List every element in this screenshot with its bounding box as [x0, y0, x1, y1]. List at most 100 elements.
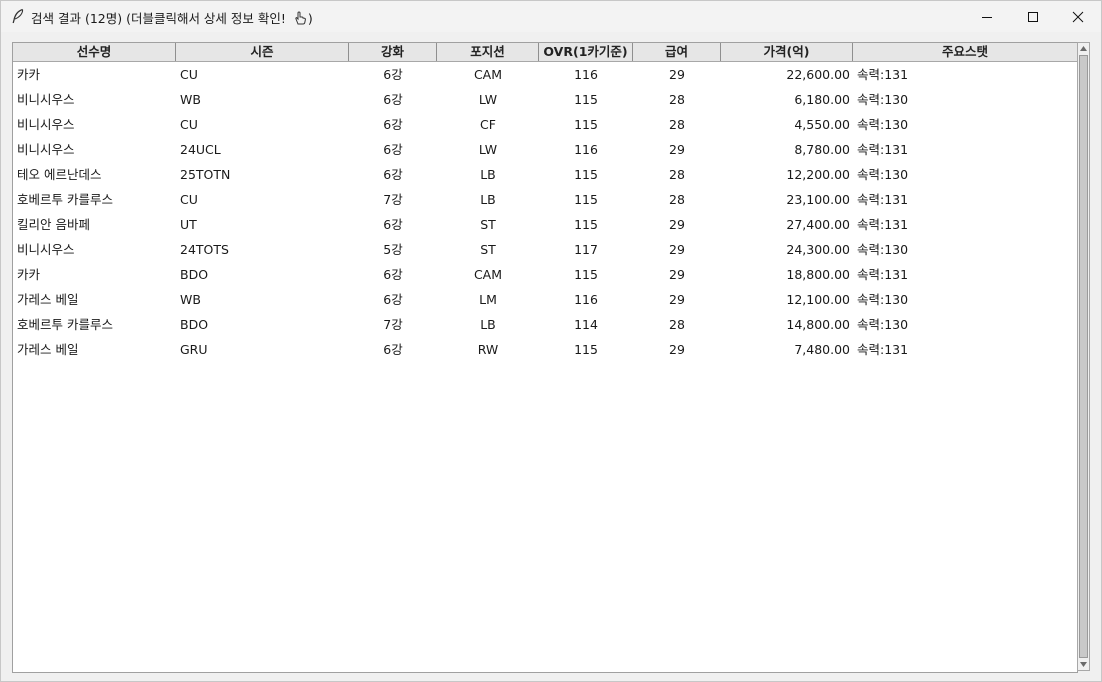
table-row[interactable]: 호베르투 카를루스 BDO 7강 LB 114 28 14,800.00 속력:… — [13, 312, 1077, 337]
cell-salary: 28 — [669, 192, 685, 207]
cell-season: UT — [180, 217, 197, 232]
cell-price: 24,300.00 — [786, 242, 850, 257]
cell-price: 18,800.00 — [786, 267, 850, 282]
cell-grade: 7강 — [383, 192, 403, 207]
table-row[interactable]: 비니시우스 24UCL 6강 LW 116 29 8,780.00 속력:131 — [13, 137, 1077, 162]
pointing-hand-icon — [295, 11, 306, 25]
table-row[interactable]: 가레스 베일 WB 6강 LM 116 29 12,100.00 속력:130 — [13, 287, 1077, 312]
table-row[interactable]: 카카 CU 6강 CAM 116 29 22,600.00 속력:131 — [13, 62, 1077, 87]
cell-grade: 5강 — [383, 242, 403, 257]
cell-position: LB — [480, 317, 496, 332]
cell-grade: 6강 — [383, 217, 403, 232]
cell-ovr: 115 — [574, 192, 598, 207]
column-header-ovr[interactable]: OVR(1카기준) — [539, 43, 633, 61]
scroll-down-arrow-icon — [1080, 662, 1087, 667]
cell-salary: 29 — [669, 217, 685, 232]
scroll-up-arrow-icon — [1080, 46, 1087, 51]
close-button[interactable] — [1055, 1, 1101, 32]
cell-stat: 속력:131 — [857, 267, 909, 282]
cell-name: 가레스 베일 — [17, 342, 79, 357]
cell-name: 카카 — [17, 67, 41, 82]
cell-grade: 6강 — [383, 167, 403, 182]
column-header-salary[interactable]: 급여 — [633, 43, 721, 61]
cell-price: 4,550.00 — [794, 117, 850, 132]
cell-ovr: 116 — [574, 292, 598, 307]
table-row[interactable]: 카카 BDO 6강 CAM 115 29 18,800.00 속력:131 — [13, 262, 1077, 287]
cell-ovr: 116 — [574, 67, 598, 82]
column-header-position[interactable]: 포지션 — [437, 43, 539, 61]
column-header-stat[interactable]: 주요스탯 — [853, 43, 1077, 61]
cell-stat: 속력:130 — [857, 92, 909, 107]
scroll-down-button[interactable] — [1078, 659, 1089, 670]
cell-price: 6,180.00 — [794, 92, 850, 107]
cell-name: 호베르투 카를루스 — [17, 317, 113, 332]
cell-name: 테오 에르난데스 — [17, 167, 102, 182]
result-window: 검색 결과 (12명) (더블클릭해서 상세 정보 확인! ) 선수명 시즌 강… — [0, 0, 1102, 682]
cell-price: 23,100.00 — [786, 192, 850, 207]
cell-ovr: 115 — [574, 92, 598, 107]
cell-stat: 속력:131 — [857, 217, 909, 232]
cell-name: 비니시우스 — [17, 117, 75, 132]
results-table[interactable]: 선수명 시즌 강화 포지션 OVR(1카기준) 급여 가격(억) 주요스탯 카카… — [12, 42, 1078, 673]
table-header: 선수명 시즌 강화 포지션 OVR(1카기준) 급여 가격(억) 주요스탯 — [13, 43, 1077, 62]
column-header-name[interactable]: 선수명 — [13, 43, 176, 61]
cell-ovr: 115 — [574, 217, 598, 232]
cell-position: LW — [478, 142, 498, 157]
cell-price: 12,100.00 — [786, 292, 850, 307]
cell-grade: 7강 — [383, 317, 403, 332]
cell-name: 킬리안 음바페 — [17, 217, 90, 232]
column-header-season[interactable]: 시즌 — [176, 43, 349, 61]
cell-salary: 29 — [669, 267, 685, 282]
cell-position: LB — [480, 192, 496, 207]
minimize-button[interactable] — [964, 1, 1010, 32]
column-header-price[interactable]: 가격(억) — [721, 43, 853, 61]
title-bar[interactable]: 검색 결과 (12명) (더블클릭해서 상세 정보 확인! ) — [1, 1, 1101, 32]
window-title: 검색 결과 (12명) (더블클릭해서 상세 정보 확인! ) — [31, 8, 313, 27]
cell-season: 24UCL — [180, 142, 221, 157]
cell-season: 25TOTN — [180, 167, 231, 182]
table-row[interactable]: 비니시우스 WB 6강 LW 115 28 6,180.00 속력:130 — [13, 87, 1077, 112]
table-row[interactable]: 비니시우스 CU 6강 CF 115 28 4,550.00 속력:130 — [13, 112, 1077, 137]
scrollbar-thumb[interactable] — [1079, 55, 1088, 658]
column-header-grade[interactable]: 강화 — [349, 43, 437, 61]
client-area: 선수명 시즌 강화 포지션 OVR(1카기준) 급여 가격(억) 주요스탯 카카… — [1, 32, 1101, 681]
cell-position: CAM — [473, 267, 503, 282]
cell-position: ST — [480, 242, 496, 257]
cell-grade: 6강 — [383, 142, 403, 157]
cell-grade: 6강 — [383, 117, 403, 132]
cell-name: 호베르투 카를루스 — [17, 192, 113, 207]
table-row[interactable]: 호베르투 카를루스 CU 7강 LB 115 28 23,100.00 속력:1… — [13, 187, 1077, 212]
cell-season: 24TOTS — [180, 242, 229, 257]
cell-price: 22,600.00 — [786, 67, 850, 82]
cell-ovr: 115 — [574, 342, 598, 357]
cell-season: CU — [180, 67, 198, 82]
scroll-up-button[interactable] — [1078, 43, 1089, 54]
cell-ovr: 115 — [574, 167, 598, 182]
cell-season: CU — [180, 192, 198, 207]
cell-season: BDO — [180, 267, 209, 282]
close-icon — [1072, 11, 1084, 22]
table-row[interactable]: 비니시우스 24TOTS 5강 ST 117 29 24,300.00 속력:1… — [13, 237, 1077, 262]
cell-salary: 29 — [669, 242, 685, 257]
maximize-icon — [1028, 11, 1038, 22]
cell-ovr: 114 — [574, 317, 598, 332]
cell-stat: 속력:130 — [857, 117, 909, 132]
window-title-text: 검색 결과 (12명) (더블클릭해서 상세 정보 확인! — [31, 11, 290, 26]
table-row[interactable]: 킬리안 음바페 UT 6강 ST 115 29 27,400.00 속력:131 — [13, 212, 1077, 237]
cell-grade: 6강 — [383, 342, 403, 357]
cell-stat: 속력:130 — [857, 242, 909, 257]
cell-grade: 6강 — [383, 92, 403, 107]
cell-season: WB — [180, 292, 201, 307]
vertical-scrollbar[interactable] — [1077, 42, 1090, 671]
cell-salary: 28 — [669, 167, 685, 182]
maximize-button[interactable] — [1010, 1, 1056, 32]
cell-position: ST — [480, 217, 496, 232]
cell-price: 12,200.00 — [786, 167, 850, 182]
cell-stat: 속력:131 — [857, 142, 909, 157]
cell-price: 7,480.00 — [794, 342, 850, 357]
cell-name: 가레스 베일 — [17, 292, 79, 307]
table-row[interactable]: 가레스 베일 GRU 6강 RW 115 29 7,480.00 속력:131 — [13, 337, 1077, 362]
feather-icon — [12, 8, 24, 24]
cell-salary: 29 — [669, 342, 685, 357]
table-row[interactable]: 테오 에르난데스 25TOTN 6강 LB 115 28 12,200.00 속… — [13, 162, 1077, 187]
